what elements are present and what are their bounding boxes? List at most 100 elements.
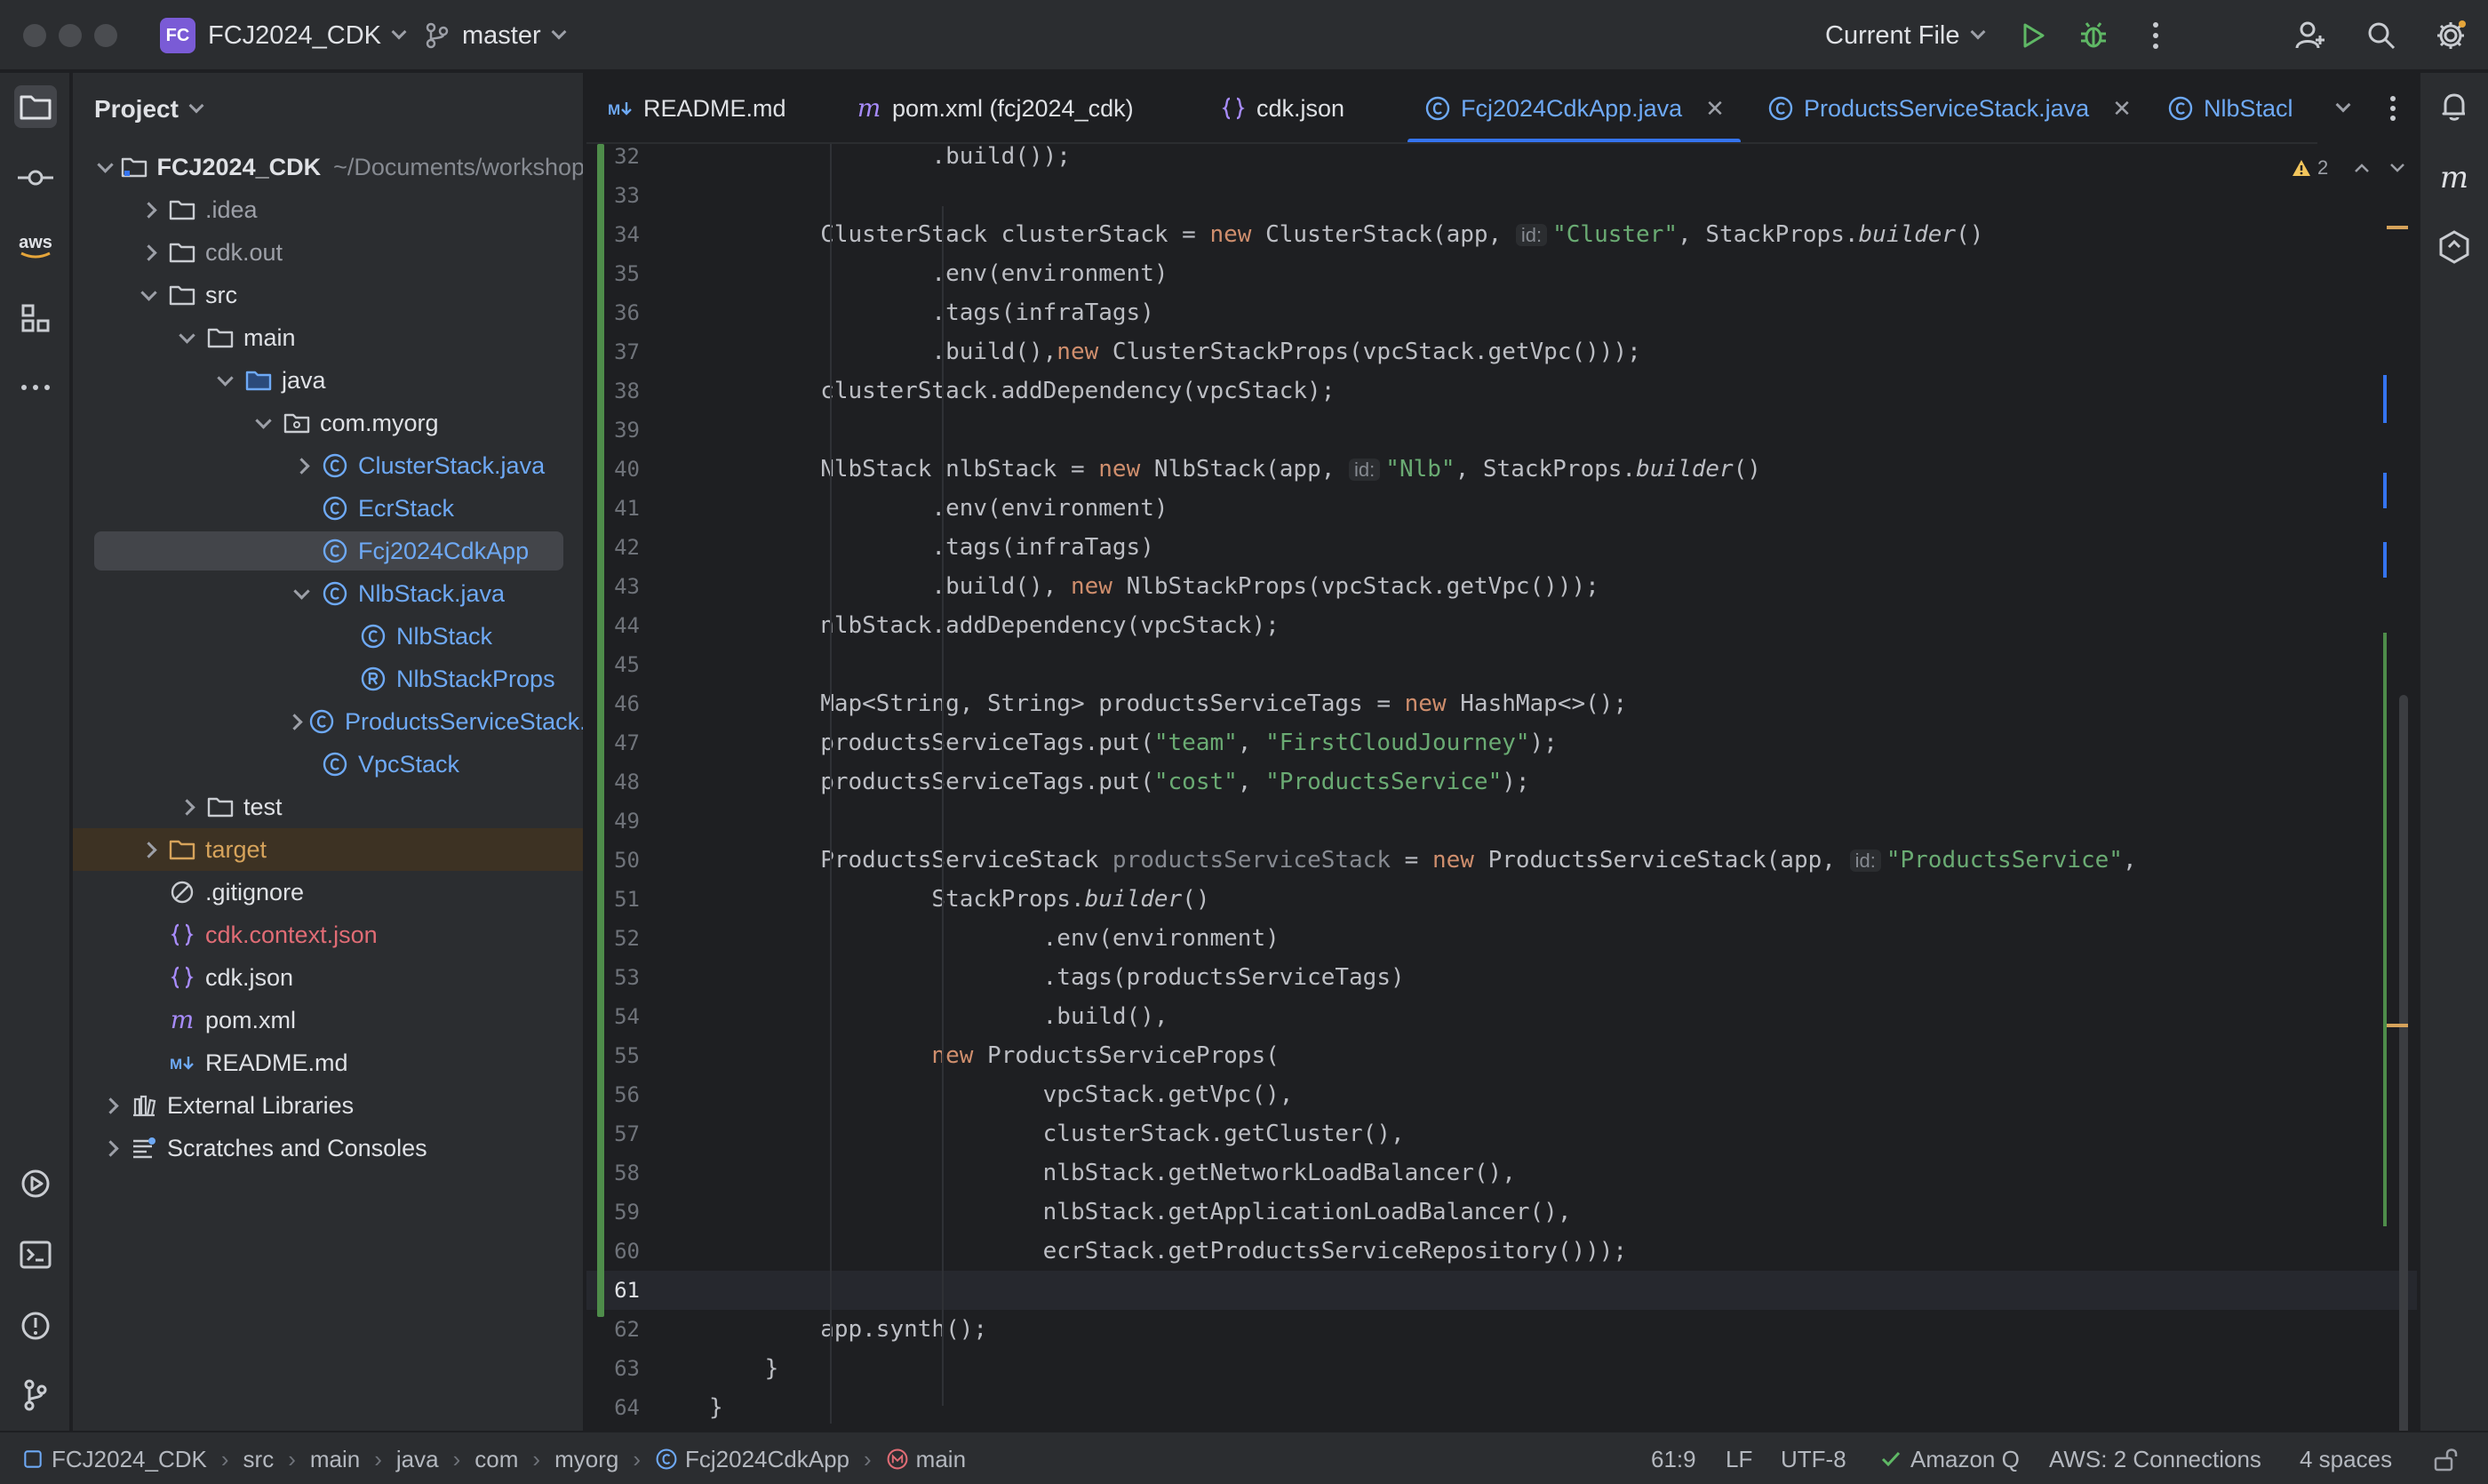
tree-item[interactable]: src <box>73 274 583 316</box>
chevron-right-icon[interactable] <box>136 197 161 222</box>
project-tool-button[interactable] <box>14 85 57 128</box>
line-number[interactable]: 36 <box>586 293 640 332</box>
chevron-right-icon[interactable] <box>98 1136 123 1161</box>
editor-scrollbar[interactable] <box>2399 695 2408 1431</box>
line-number[interactable]: 34 <box>586 215 640 254</box>
line-number[interactable]: 49 <box>586 802 640 841</box>
code-line[interactable]: app.synth(); <box>709 1310 987 1349</box>
aws-toolkit-button[interactable]: aws <box>14 226 57 268</box>
close-tab-icon[interactable]: ✕ <box>2112 95 2132 123</box>
code-with-me-button[interactable] <box>2293 18 2328 53</box>
tree-item[interactable]: target <box>73 828 583 871</box>
tree-item[interactable]: EcrStack <box>73 487 583 530</box>
code-line[interactable]: ecrStack.getProductsServiceRepository())… <box>709 1232 1627 1271</box>
code-line[interactable]: clusterStack.addDependency(vpcStack); <box>709 371 1335 411</box>
line-number[interactable]: 33 <box>586 176 640 215</box>
line-number[interactable]: 64 <box>586 1388 640 1427</box>
more-vertical-icon[interactable] <box>2388 94 2397 123</box>
code-line[interactable]: .tags(infraTags) <box>709 293 1153 332</box>
aws-connections-widget[interactable]: AWS: 2 Connections <box>2049 1432 2261 1484</box>
chevron-right-icon[interactable] <box>136 240 161 265</box>
added-stripe-marker[interactable] <box>2383 633 2387 1226</box>
tree-item[interactable]: External Libraries <box>73 1084 583 1127</box>
branch-switcher[interactable]: master <box>425 0 567 71</box>
terminal-tool-button[interactable] <box>14 1233 57 1276</box>
line-number[interactable]: 50 <box>586 841 640 880</box>
code-line[interactable]: NlbStack nlbStack = new NlbStack(app, id… <box>709 450 1761 489</box>
code-line[interactable]: .tags(productsServiceTags) <box>709 958 1405 997</box>
minimize-window-button[interactable] <box>59 24 82 47</box>
chevron-right-icon[interactable] <box>136 837 161 862</box>
code-line[interactable]: .env(environment) <box>709 489 1168 528</box>
code-line[interactable]: .build(), <box>709 997 1168 1036</box>
code-line[interactable]: vpcStack.getVpc(), <box>709 1075 1294 1114</box>
chevron-down-icon[interactable] <box>98 155 113 180</box>
code-line[interactable]: new ProductsServiceProps( <box>709 1036 1279 1075</box>
line-number[interactable]: 44 <box>586 606 640 645</box>
line-number[interactable]: 48 <box>586 762 640 802</box>
run-button[interactable] <box>2015 18 2051 53</box>
amazon-q-widget[interactable]: Amazon Q <box>1880 1432 2020 1484</box>
breadcrumb-item[interactable]: com <box>474 1446 518 1473</box>
code-line[interactable]: .env(environment) <box>709 919 1280 958</box>
tree-item[interactable]: Scratches and Consoles <box>73 1127 583 1169</box>
line-number[interactable]: 59 <box>586 1193 640 1232</box>
line-number[interactable]: 42 <box>586 528 640 567</box>
tree-item[interactable]: ProductsServiceStack.java <box>73 700 583 743</box>
tree-item[interactable]: .idea <box>73 188 583 231</box>
tree-item[interactable]: NlbStack <box>73 615 583 658</box>
indent-widget[interactable]: 4 spaces <box>2300 1432 2392 1484</box>
editor-tab[interactable]: cdk.json <box>1219 73 1344 142</box>
code-line[interactable] <box>709 176 820 215</box>
line-number[interactable]: 60 <box>586 1232 640 1271</box>
chevron-down-icon[interactable] <box>136 283 161 307</box>
inspection-widget[interactable]: 2 <box>2291 156 2406 180</box>
code-line[interactable]: } <box>709 1349 779 1388</box>
change-stripe-marker[interactable] <box>2383 375 2387 423</box>
chevron-right-icon[interactable] <box>174 794 199 819</box>
code-line[interactable] <box>709 645 820 684</box>
structure-tool-button[interactable] <box>14 297 57 339</box>
tree-item[interactable]: test <box>73 786 583 828</box>
editor-tab[interactable]: Fcj2024CdkApp.java ✕ <box>1407 73 1741 142</box>
search-everywhere-button[interactable] <box>2364 18 2399 53</box>
line-number[interactable]: 62 <box>586 1310 640 1349</box>
code-line[interactable]: } <box>709 1388 723 1427</box>
tree-item[interactable]: VpcStack <box>73 743 583 786</box>
code-line[interactable]: ClusterStack clusterStack = new ClusterS… <box>709 215 1983 254</box>
warning-stripe-marker[interactable] <box>2387 226 2408 229</box>
line-number[interactable]: 53 <box>586 958 640 997</box>
previous-highlight-icon[interactable] <box>2353 162 2371 174</box>
breadcrumb-item[interactable]: src <box>243 1446 275 1473</box>
more-actions-button[interactable] <box>2138 18 2173 53</box>
code-line[interactable]: productsServiceTags.put("team", "FirstCl… <box>709 723 1558 762</box>
code-line[interactable]: ProductsServiceStack productsServiceStac… <box>709 841 2136 880</box>
tree-item[interactable]: Fcj2024CdkApp <box>73 530 583 572</box>
code-line[interactable]: nlbStack.getApplicationLoadBalancer(), <box>709 1193 1572 1232</box>
tree-item[interactable]: java <box>73 359 583 402</box>
code-line[interactable]: StackProps.builder() <box>709 880 1209 919</box>
vcs-change-marker[interactable] <box>597 144 604 1317</box>
project-switcher[interactable]: FC FCJ2024_CDK <box>160 0 407 71</box>
line-number[interactable]: 54 <box>586 997 640 1036</box>
code-line[interactable]: nlbStack.addDependency(vpcStack); <box>709 606 1280 645</box>
code-line[interactable]: Map<String, String> productsServiceTags … <box>709 684 1627 723</box>
line-number[interactable]: 58 <box>586 1153 640 1193</box>
chevron-right-icon[interactable] <box>289 709 300 734</box>
line-number[interactable]: 46 <box>586 684 640 723</box>
project-view-selector[interactable]: Project <box>94 89 204 130</box>
editor-tab[interactable]: M README.md <box>606 73 786 142</box>
change-stripe-marker[interactable] <box>2383 473 2387 508</box>
line-number[interactable]: 56 <box>586 1075 640 1114</box>
close-tab-icon[interactable]: ✕ <box>1705 95 1725 123</box>
chevron-right-icon[interactable] <box>289 453 314 478</box>
settings-button[interactable] <box>2433 18 2468 53</box>
editor-tab[interactable]: m pom.xml (fcj2024_cdk) <box>855 73 1134 142</box>
line-number[interactable]: 57 <box>586 1114 640 1153</box>
line-number[interactable]: 55 <box>586 1036 640 1075</box>
tree-item[interactable]: m pom.xml <box>73 999 583 1041</box>
line-number[interactable]: 32 <box>586 144 640 176</box>
code-line[interactable]: .env(environment) <box>709 254 1168 293</box>
line-number[interactable]: 43 <box>586 567 640 606</box>
code-line[interactable]: .build()); <box>709 144 1071 176</box>
